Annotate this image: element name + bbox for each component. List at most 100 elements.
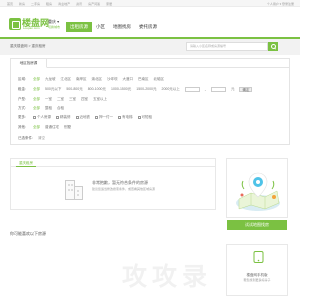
promo-text: 帮您找到更多好房子 bbox=[243, 278, 271, 282]
filter-option[interactable]: 一室 bbox=[45, 97, 52, 102]
filter-row-more: 更多: 个人房源 精装修 近地铁 押一付一 有电梯 可短租 bbox=[18, 115, 152, 120]
map-search-card[interactable] bbox=[226, 158, 288, 218]
filter-option[interactable]: 四室 bbox=[81, 97, 88, 102]
price-min-input[interactable] bbox=[184, 87, 200, 92]
top-nav-links: 首页 新房 二手房 租房 商业地产 资讯 房产问答 家居 bbox=[7, 2, 112, 6]
nav-tab[interactable]: 委托房源 bbox=[135, 22, 161, 32]
empty-result-hint: 建议您适当修改搜索条件，或查看其他区域房源 bbox=[92, 187, 156, 191]
checkbox-icon[interactable] bbox=[33, 116, 36, 119]
site-header: 楼盘网 Loupan.com 重庆 ▾ 切换城市 出租房源 小区 地图找房 委托房源 bbox=[0, 7, 300, 37]
filter-checkbox[interactable]: 有电梯 bbox=[118, 115, 133, 120]
filter-label: 区域: bbox=[18, 77, 26, 81]
filter-option[interactable]: 2000元以上 bbox=[162, 87, 180, 92]
selected-conditions: 已选条件: 清空 bbox=[18, 136, 45, 141]
checkbox-label: 精装修 bbox=[60, 115, 71, 119]
top-nav-link[interactable]: 商业地产 bbox=[58, 2, 70, 6]
checkbox-icon[interactable] bbox=[137, 116, 141, 119]
app-promo-card[interactable]: 楼盘网手机版 帮您找到更多好房子 bbox=[226, 244, 288, 296]
filter-option[interactable]: 全部 bbox=[33, 125, 40, 130]
login-link[interactable]: 个人用户 ▾ 登录注册 bbox=[267, 2, 294, 6]
filter-option[interactable]: 500-800元 bbox=[66, 87, 82, 92]
city-switch-link[interactable]: 切换城市 bbox=[48, 25, 60, 29]
clear-filters-link[interactable]: 清空 bbox=[38, 136, 45, 140]
filter-option[interactable]: 巴南区 bbox=[138, 77, 149, 82]
filter-label: 更多: bbox=[18, 115, 26, 119]
filter-option[interactable]: 1000-1500元 bbox=[111, 87, 131, 92]
checkbox-label: 有电梯 bbox=[122, 115, 133, 119]
filter-option[interactable]: 800-1000元 bbox=[88, 87, 106, 92]
selected-label: 已选条件: bbox=[18, 136, 33, 140]
filter-panel: 地区找房源 区域: 全部 九龙坡 江北区 南岸区 渝北区 沙坪坝 大渡口 巴南区 北碚区 租金: 全… bbox=[10, 58, 290, 145]
filter-tab[interactable]: 地区找房源 bbox=[11, 59, 47, 68]
filter-label: 租金: bbox=[18, 87, 26, 91]
logo-url: Loupan.com bbox=[23, 26, 40, 30]
filter-row-price: 租金: 全部 500元以下 500-800元 800-1000元 1000-1500元 15… bbox=[18, 87, 253, 92]
filter-label: 户型: bbox=[18, 97, 26, 101]
breadcrumb[interactable]: 重庆楼盘网 > 重庆租房 bbox=[10, 44, 46, 49]
map-search-button[interactable]: 试试地图找房 bbox=[227, 220, 287, 230]
filter-option[interactable]: 三室 bbox=[69, 97, 76, 102]
filter-option[interactable]: 别墅 bbox=[64, 125, 71, 130]
results-tab-bar: 重庆租房 bbox=[11, 159, 215, 167]
top-nav-bar: 首页 新房 二手房 租房 商业地产 资讯 房产问答 家居 个人用户 ▾ 登录注册 bbox=[0, 0, 300, 7]
logo-icon bbox=[9, 18, 21, 30]
top-nav-link[interactable]: 租房 bbox=[46, 2, 52, 6]
results-tab[interactable]: 重庆租房 bbox=[16, 159, 36, 167]
filter-option[interactable]: 九龙坡 bbox=[45, 77, 56, 82]
filter-option[interactable]: 全部 bbox=[33, 77, 40, 82]
filter-divider bbox=[47, 67, 290, 68]
top-nav-link[interactable]: 首页 bbox=[7, 2, 13, 6]
checkbox-icon[interactable] bbox=[75, 116, 79, 119]
filter-row-area: 区域: 全部 九龙坡 江北区 南岸区 渝北区 沙坪坝 大渡口 巴南区 北碚区 bbox=[18, 77, 164, 82]
filter-option[interactable]: 全部 bbox=[33, 87, 40, 92]
filter-checkbox[interactable]: 近地铁 bbox=[75, 115, 90, 120]
watermark: 攻攻录 bbox=[122, 263, 213, 291]
filter-checkbox[interactable]: 押一付一 bbox=[95, 115, 113, 120]
results-panel: 重庆租房 非常抱歉，暂无符合条件的房源 建议您适当修改搜索条件，或查看其他区域房… bbox=[10, 158, 216, 210]
filter-checkbox[interactable]: 可短租 bbox=[137, 115, 152, 120]
nav-tab[interactable]: 地图找房 bbox=[109, 22, 135, 32]
top-nav-link[interactable]: 家居 bbox=[106, 2, 112, 6]
checkbox-icon[interactable] bbox=[95, 116, 98, 119]
filter-option[interactable]: 合租 bbox=[57, 106, 64, 111]
search-input[interactable]: 请输入小区名称或房源编号 bbox=[186, 42, 268, 51]
price-confirm-button[interactable]: 确定 bbox=[239, 87, 253, 92]
map-illustration-icon bbox=[236, 172, 280, 211]
guess-you-like-title: 你可能喜欢以下房源 bbox=[10, 231, 46, 236]
filter-checkbox[interactable]: 精装修 bbox=[56, 115, 71, 120]
filter-option[interactable]: 500元以下 bbox=[45, 87, 61, 92]
main-nav: 出租房源 小区 地图找房 委托房源 bbox=[66, 22, 161, 32]
filter-option[interactable]: 全部 bbox=[33, 106, 40, 111]
top-nav-link[interactable]: 二手房 bbox=[31, 2, 40, 6]
filter-option[interactable]: 整租 bbox=[45, 106, 52, 111]
filter-option[interactable]: 二室 bbox=[57, 97, 64, 102]
top-nav-link[interactable]: 房产问答 bbox=[88, 2, 100, 6]
filter-option[interactable]: 全部 bbox=[33, 97, 40, 102]
filter-option[interactable]: 普通住宅 bbox=[45, 125, 59, 130]
filter-option[interactable]: 北碚区 bbox=[154, 77, 165, 82]
phone-icon bbox=[253, 251, 264, 263]
search-icon[interactable] bbox=[268, 42, 278, 51]
top-nav-link[interactable]: 资讯 bbox=[76, 2, 82, 6]
building-icon bbox=[63, 176, 85, 200]
nav-tab[interactable]: 小区 bbox=[92, 22, 109, 32]
nav-tab[interactable]: 出租房源 bbox=[66, 22, 92, 32]
checkbox-label: 押一付一 bbox=[99, 115, 113, 119]
filter-row-rooms: 户型: 全部 一室 二室 三室 四室 五室以上 bbox=[18, 97, 107, 102]
filter-option[interactable]: 南岸区 bbox=[76, 77, 87, 82]
filter-option[interactable]: 渝北区 bbox=[92, 77, 103, 82]
filter-option[interactable]: 大渡口 bbox=[123, 77, 134, 82]
checkbox-icon[interactable] bbox=[118, 116, 121, 119]
filter-checkbox[interactable]: 个人房源 bbox=[33, 115, 51, 120]
checkbox-label: 个人房源 bbox=[37, 115, 51, 119]
empty-result-title: 非常抱歉，暂无符合条件的房源 bbox=[92, 180, 148, 185]
site-logo[interactable]: 楼盘网 Loupan.com bbox=[9, 16, 49, 32]
top-nav-link[interactable]: 新房 bbox=[19, 2, 25, 6]
checkbox-icon[interactable] bbox=[56, 116, 59, 119]
filter-option[interactable]: 五室以上 bbox=[93, 97, 107, 102]
filter-option[interactable]: 沙坪坝 bbox=[107, 77, 118, 82]
price-max-input[interactable] bbox=[210, 87, 226, 92]
filter-option[interactable]: 江北区 bbox=[61, 77, 72, 82]
filter-row-type: 方式: 全部 整租 合租 bbox=[18, 106, 64, 111]
filter-option[interactable]: 1500-2000元 bbox=[136, 87, 156, 92]
